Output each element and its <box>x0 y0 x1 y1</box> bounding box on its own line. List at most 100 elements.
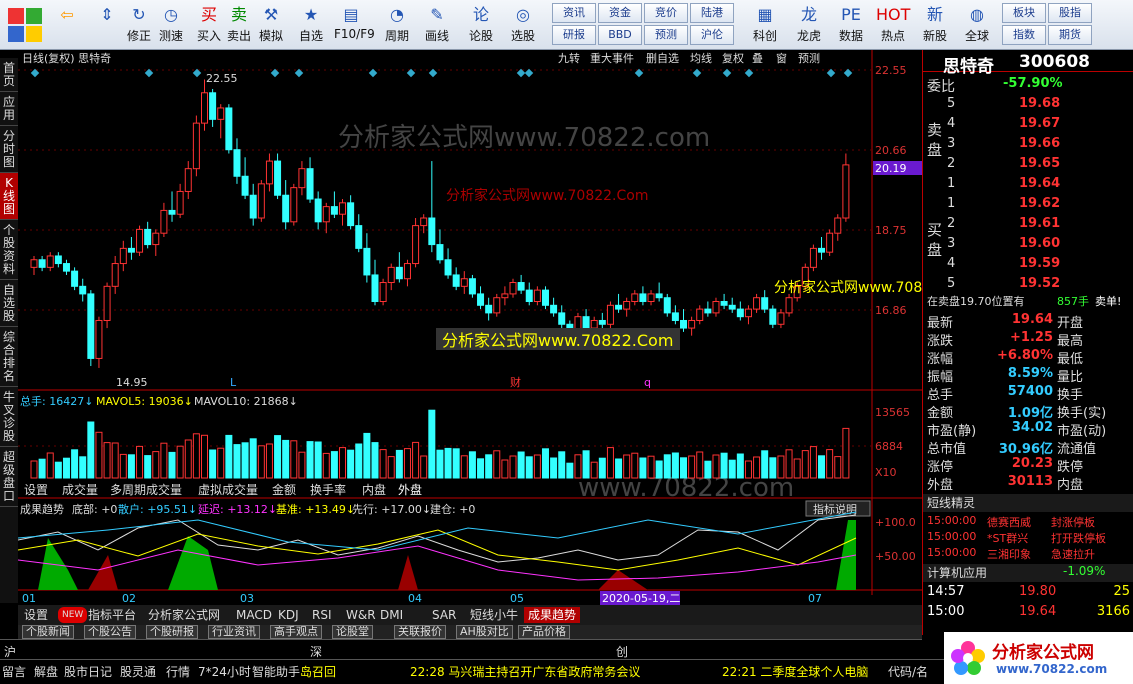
revise-button[interactable]: ↻ 修正 <box>122 3 156 47</box>
link-6[interactable]: 关联报价 <box>394 625 446 639</box>
vol-tab-6[interactable]: 内盘 <box>362 482 386 497</box>
link-1[interactable]: 个股公告 <box>84 625 136 639</box>
link-0[interactable]: 个股新闻 <box>22 625 74 639</box>
status-item-3[interactable]: 股灵通 <box>120 663 156 680</box>
back-button[interactable]: ⇦ <box>50 3 84 47</box>
candle-body-34[interactable] <box>306 168 314 200</box>
candle-body-86[interactable] <box>728 304 736 310</box>
grid-btn-bankuai[interactable]: 板块 <box>1002 3 1046 23</box>
candle-body-42[interactable] <box>371 274 379 303</box>
candle-body-35[interactable] <box>314 198 322 223</box>
grid-btn-guzhi[interactable]: 股指 <box>1048 3 1092 23</box>
vol-tab-3[interactable]: 虚拟成交量 <box>198 482 258 497</box>
candle-body-39[interactable] <box>347 202 355 227</box>
news-ticker-2[interactable]: 22:21 二季度全球个人电脑 <box>722 663 868 680</box>
chart-tool-2[interactable]: 删自选 <box>646 52 679 65</box>
sim-button[interactable]: ⚒ 模拟 <box>254 3 288 47</box>
ask-row-1[interactable]: 4 19.67 <box>923 116 1133 134</box>
candle-body-55[interactable] <box>477 293 485 306</box>
candle-body-96[interactable] <box>809 247 817 268</box>
candle-body-3[interactable] <box>54 255 62 265</box>
grid-btn-zhishu[interactable]: 指数 <box>1002 25 1046 45</box>
candle-body-76[interactable] <box>647 293 655 303</box>
candle-body-7[interactable] <box>87 293 95 359</box>
candle-body-16[interactable] <box>160 209 168 234</box>
candle-body-15[interactable] <box>152 232 160 246</box>
candle-body-6[interactable] <box>79 285 87 295</box>
indicator-tab-5[interactable]: KDJ <box>274 607 303 623</box>
link-5[interactable]: 论股堂 <box>332 625 373 639</box>
candle-body-10[interactable] <box>111 263 119 287</box>
indicator-tab-11[interactable]: 成果趋势 <box>524 607 581 623</box>
candle-body-59[interactable] <box>509 282 517 295</box>
status-item-4[interactable]: 行情 <box>166 663 190 680</box>
candle-body-64[interactable] <box>550 304 558 314</box>
candle-body-17[interactable] <box>168 209 176 215</box>
index-1[interactable]: 深 <box>310 643 322 660</box>
candle-body-85[interactable] <box>720 301 728 306</box>
grid-btn-zixun[interactable]: 资讯 <box>552 3 596 23</box>
candle-body-56[interactable] <box>485 304 493 314</box>
candle-body-52[interactable] <box>452 274 460 287</box>
indicator-tab-1[interactable]: NEW <box>58 607 88 623</box>
candle-body-30[interactable] <box>274 160 282 196</box>
candle-body-74[interactable] <box>631 293 639 303</box>
vol-tab-1[interactable]: 成交量 <box>62 482 98 497</box>
side-tab-8[interactable]: 超级盘口 <box>0 447 18 507</box>
link-4[interactable]: 高手观点 <box>270 625 322 639</box>
grid-btn-lugang[interactable]: 陆港 <box>690 3 734 23</box>
hot-button[interactable]: HOT 热点 <box>876 3 910 47</box>
side-tab-0[interactable]: 首页 <box>0 58 18 92</box>
candle-body-21[interactable] <box>200 92 208 124</box>
candle-body-88[interactable] <box>744 308 752 318</box>
chart-tool-5[interactable]: 叠 <box>752 52 763 65</box>
cycle-button[interactable]: ◔ 周期 <box>380 3 414 47</box>
draw-button[interactable]: ✎ 画线 <box>420 3 454 47</box>
side-tab-6[interactable]: 综合排名 <box>0 327 18 387</box>
candle-body-69[interactable] <box>590 319 598 329</box>
candle-body-0[interactable] <box>30 259 38 268</box>
vol-tab-5[interactable]: 换手率 <box>310 482 346 497</box>
test-button[interactable]: ◷ 测速 <box>154 3 188 47</box>
candle-body-36[interactable] <box>322 206 330 223</box>
vol-tab-4[interactable]: 金额 <box>272 482 296 497</box>
candle-body-68[interactable] <box>582 316 590 329</box>
candle-body-91[interactable] <box>769 308 777 325</box>
side-tab-4[interactable]: 个股资料 <box>0 220 18 280</box>
candle-body-25[interactable] <box>233 149 241 177</box>
candle-body-90[interactable] <box>761 297 769 310</box>
kline-chart-area[interactable]: 日线(复权) 思特奇 九转 重大事件 删自选 均线 复权叠窗预测 22.55 20.66 18.… <box>17 50 976 605</box>
data-button[interactable]: PE 数据 <box>834 3 868 47</box>
candle-body-80[interactable] <box>680 319 688 329</box>
candle-body-61[interactable] <box>525 289 533 303</box>
indicator-tab-4[interactable]: MACD <box>232 607 276 623</box>
fav-button[interactable]: ★ 自选 <box>294 3 328 47</box>
candle-body-40[interactable] <box>355 225 363 249</box>
candle-body-93[interactable] <box>785 297 793 314</box>
candle-body-53[interactable] <box>460 278 468 287</box>
grid-btn-zijin[interactable]: 资金 <box>598 3 642 23</box>
candle-body-8[interactable] <box>95 319 103 359</box>
chart-tool-1[interactable]: 重大事件 <box>590 51 634 65</box>
ask-row-0[interactable]: 5 19.68 <box>923 96 1133 114</box>
candle-body-1[interactable] <box>38 259 46 268</box>
candle-body-29[interactable] <box>265 160 273 185</box>
chart-tool-6[interactable]: 窗 <box>776 51 787 65</box>
candle-body-60[interactable] <box>517 282 525 291</box>
side-tab-3[interactable]: K线图 <box>0 173 18 220</box>
ask-row-2[interactable]: 3 19.66 <box>923 136 1133 154</box>
candle-body-43[interactable] <box>379 282 387 303</box>
sector-name[interactable]: 计算机应用 <box>927 564 987 581</box>
candle-body-22[interactable] <box>209 92 217 120</box>
buy-button[interactable]: 买买入 <box>192 3 226 47</box>
grid-btn-qihuo[interactable]: 期货 <box>1048 25 1092 45</box>
sell-button[interactable]: 卖卖出 <box>222 3 256 47</box>
sprite-row-2[interactable]: 15:00:00 三湘印象 急速拉升 <box>923 546 1133 564</box>
status-item-2[interactable]: 股市日记 <box>64 663 112 680</box>
candle-body-63[interactable] <box>541 289 549 306</box>
indicator-tab-2[interactable]: 指标平台 <box>84 607 140 623</box>
newstock-button[interactable]: 新新股 <box>918 3 952 47</box>
ask-row-4[interactable]: 1 19.64 <box>923 176 1133 194</box>
candle-body-54[interactable] <box>468 278 476 295</box>
candle-body-75[interactable] <box>639 293 647 303</box>
